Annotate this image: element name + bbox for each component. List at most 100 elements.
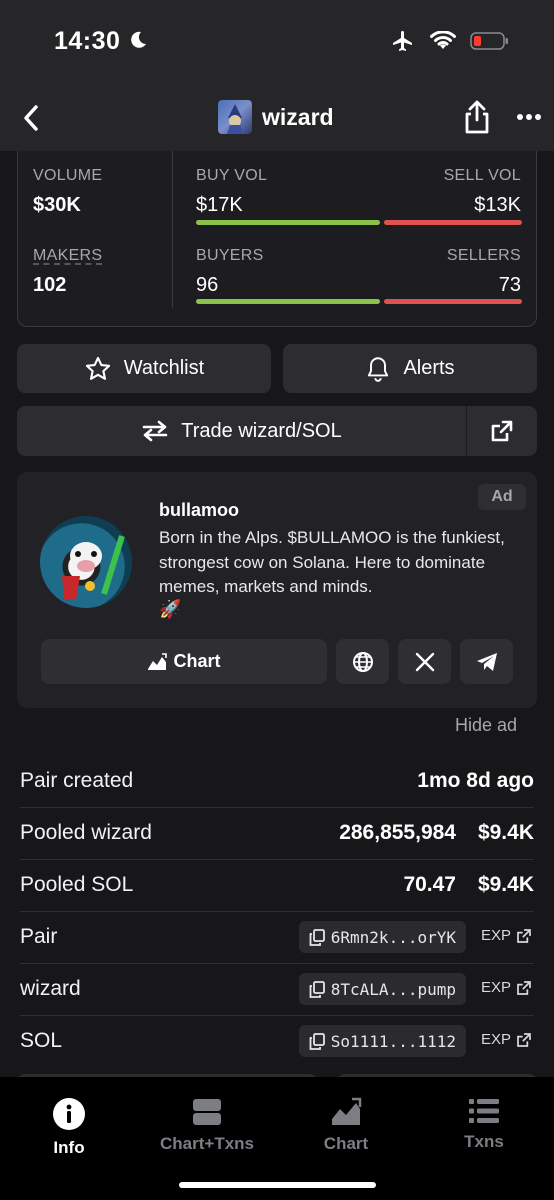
sell-vol-label: SELL VOL	[443, 167, 521, 184]
status-bar: 14:30	[0, 0, 554, 85]
x-logo-icon	[415, 652, 434, 671]
stats-card: VOLUME $30K MAKERS 102 BUY VOL SELL VOL …	[17, 151, 537, 327]
sell-vol-bar	[384, 220, 522, 225]
ad-name: bullamoo	[159, 500, 239, 520]
ad-badge: Ad	[478, 484, 526, 510]
stats-divider	[172, 151, 173, 308]
makers-value: 102	[33, 274, 67, 296]
tab-info[interactable]: Info	[9, 1097, 129, 1158]
home-indicator	[179, 1182, 376, 1188]
sol-address-chip[interactable]: So1111...1112	[298, 1025, 466, 1057]
buyers-value: 96	[196, 274, 219, 296]
watchlist-label: Watchlist	[123, 357, 205, 379]
sol-address: So1111...1112	[330, 1031, 456, 1051]
buyers-label: BUYERS	[196, 247, 264, 264]
pooled-sol-amount: 70.47	[403, 873, 456, 896]
more-icon[interactable]	[516, 113, 542, 121]
tab-chart-label: Chart	[323, 1134, 369, 1153]
wifi-icon	[430, 31, 456, 49]
tab-chart-txns-label: Chart+Txns	[160, 1134, 254, 1153]
telegram-icon	[476, 652, 497, 671]
token-explorer-link[interactable]: EXP	[481, 979, 532, 996]
ad-chart-label: Chart	[173, 651, 221, 671]
tab-chart[interactable]: Chart	[286, 1097, 406, 1154]
airplane-icon	[393, 31, 412, 51]
external-link-icon	[517, 1032, 531, 1047]
watchlist-button[interactable]: Watchlist	[17, 344, 271, 393]
token-label: wizard	[20, 977, 81, 1000]
back-button[interactable]	[16, 101, 46, 135]
ad-description: Born in the Alps. $BULLAMOO is the funki…	[159, 528, 505, 596]
pair-explorer-link[interactable]: EXP	[481, 927, 532, 944]
split-view-icon	[193, 1099, 221, 1125]
sellers-label: SELLERS	[446, 247, 521, 264]
chart-icon	[148, 652, 168, 670]
token-address-chip[interactable]: 8TcALA...pump	[298, 973, 466, 1005]
pair-address: 6Rmn2k...orYK	[330, 927, 456, 947]
buy-vol-value: $17K	[196, 194, 243, 216]
exp-label: EXP	[480, 979, 511, 996]
external-link-icon	[517, 928, 531, 943]
volume-label: VOLUME	[33, 167, 103, 184]
globe-icon	[352, 651, 373, 672]
star-icon	[85, 356, 110, 380]
share-icon[interactable]	[462, 99, 492, 135]
pair-address-chip[interactable]: 6Rmn2k...orYK	[298, 921, 466, 953]
pooled-token-usd: $9.4K	[477, 821, 534, 844]
copy-icon	[309, 928, 325, 946]
trade-button[interactable]: Trade wizard/SOL	[17, 406, 466, 456]
sell-vol-value: $13K	[474, 194, 521, 216]
chevron-left-icon	[24, 105, 38, 131]
pooled-sol-row: Pooled SOL 70.47 $9.4K	[20, 860, 534, 912]
copy-icon	[309, 1032, 325, 1050]
copy-icon	[309, 980, 325, 998]
pooled-token-amount: 286,855,984	[339, 821, 456, 844]
volume-value: $30K	[33, 194, 81, 216]
token-avatar	[218, 100, 252, 134]
pooled-sol-usd: $9.4K	[477, 873, 534, 896]
ad-avatar[interactable]	[40, 516, 132, 608]
token-address-row: wizard 8TcALA...pump EXP	[20, 964, 534, 1016]
external-link-icon	[491, 420, 513, 442]
area-chart-icon	[332, 1097, 362, 1125]
status-time: 14:30	[54, 27, 121, 55]
list-icon	[469, 1099, 499, 1123]
external-link-icon	[517, 980, 531, 995]
ad-x-button[interactable]	[398, 639, 451, 684]
tab-txns[interactable]: Txns	[424, 1097, 544, 1152]
buy-vol-label: BUY VOL	[196, 167, 268, 184]
tab-info-label: Info	[53, 1138, 85, 1157]
nav-title-group: wizard	[218, 100, 334, 134]
pair-created-label: Pair created	[20, 769, 134, 792]
trade-bar: Trade wizard/SOL	[17, 406, 537, 456]
moon-icon	[131, 31, 146, 48]
nav-title: wizard	[262, 103, 334, 130]
rocket-emoji: 🚀	[159, 599, 182, 619]
tab-chart-txns[interactable]: Chart+Txns	[147, 1097, 267, 1154]
hide-ad-link[interactable]: Hide ad	[455, 715, 517, 736]
info-icon	[53, 1098, 85, 1130]
sol-label: SOL	[20, 1029, 63, 1052]
alerts-button[interactable]: Alerts	[283, 344, 537, 393]
status-icons	[390, 29, 510, 53]
ad-chart-button[interactable]: Chart	[41, 639, 327, 684]
bell-icon	[368, 356, 389, 382]
swap-arrows-icon	[142, 420, 168, 442]
sol-address-row: SOL So1111...1112 EXP	[20, 1016, 534, 1068]
pair-label: Pair	[20, 925, 58, 948]
exp-label: EXP	[480, 927, 511, 944]
tab-txns-label: Txns	[464, 1132, 504, 1151]
token-address: 8TcALA...pump	[330, 979, 456, 999]
sellers-value: 73	[498, 274, 521, 296]
makers-label[interactable]: MAKERS	[33, 247, 102, 265]
sol-explorer-link[interactable]: EXP	[481, 1031, 532, 1048]
exp-label: EXP	[480, 1031, 511, 1048]
ad-website-button[interactable]	[336, 639, 389, 684]
pair-created-row: Pair created 1mo 8d ago	[20, 756, 534, 808]
ad-telegram-button[interactable]	[460, 639, 513, 684]
pooled-sol-label: Pooled SOL	[20, 873, 134, 896]
trade-external-button[interactable]	[467, 406, 537, 456]
buyers-bar	[196, 299, 380, 304]
pooled-token-row: Pooled wizard 286,855,984 $9.4K	[20, 808, 534, 860]
pair-created-value: 1mo 8d ago	[417, 769, 534, 792]
